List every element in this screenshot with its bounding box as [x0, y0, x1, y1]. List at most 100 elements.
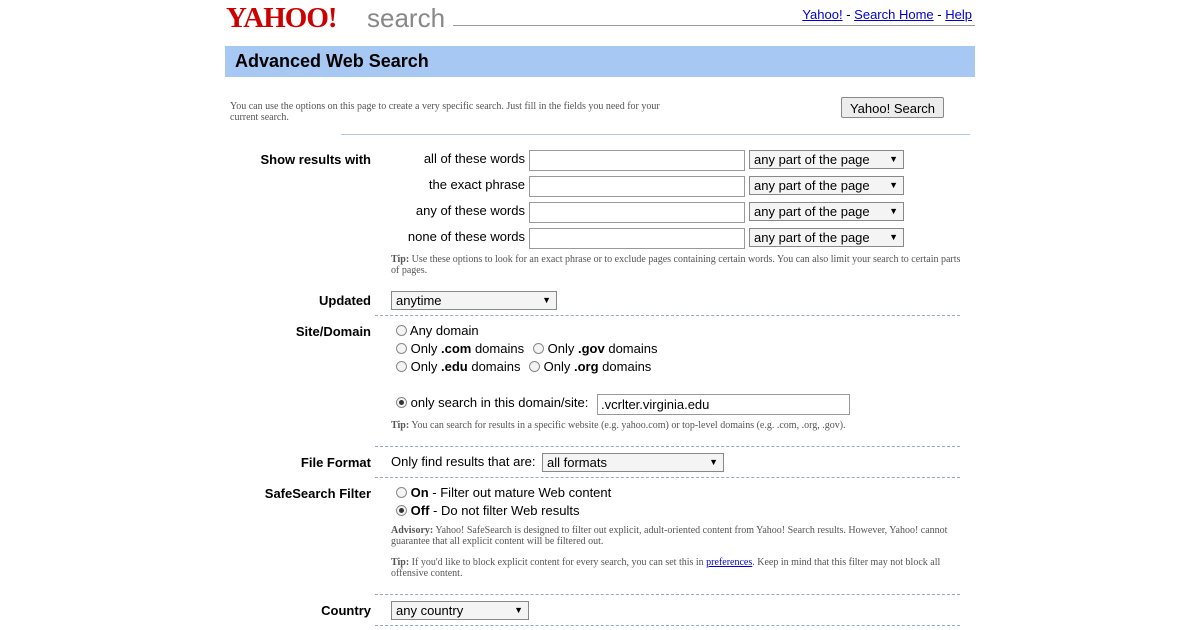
any-words-label: any of these words [415, 203, 525, 218]
updated-select[interactable]: anytime ▼ [391, 291, 557, 310]
exact-phrase-scope-select[interactable]: any part of the page ▼ [749, 176, 904, 195]
safesearch-on-radio[interactable] [396, 487, 407, 498]
only-text: Only [547, 341, 575, 356]
domains-text: domains [471, 359, 521, 374]
yahoo-link[interactable]: Yahoo! [802, 7, 842, 22]
file-format-prompt: Only find results that are: [391, 454, 536, 469]
only-site-label: only search in this domain/site: [410, 395, 589, 410]
tip-label: Tip: [391, 420, 410, 431]
gov-text: .gov [577, 341, 605, 356]
only-site-option[interactable]: only search in this domain/site: [396, 395, 588, 410]
only-site-radio[interactable] [396, 397, 407, 408]
domains-text: domains [608, 341, 658, 356]
com-text: .com [440, 341, 472, 356]
help-link[interactable]: Help [945, 7, 972, 22]
dropdown-arrow-icon: ▼ [542, 295, 551, 305]
gov-domain-radio[interactable] [533, 343, 544, 354]
org-text: .org [573, 359, 599, 374]
only-text: Only [543, 359, 571, 374]
advisory-label: Advisory: [391, 525, 434, 536]
safesearch-on-option[interactable]: On - Filter out mature Web content [396, 485, 611, 500]
advisory-text: Yahoo! SafeSearch is designed to filter … [391, 525, 948, 547]
yahoo-search-logo[interactable]: YAHOO! search [226, 2, 445, 34]
domains-text: domains [602, 359, 652, 374]
any-domain-label: Any domain [409, 323, 479, 338]
search-logo-text: search [367, 3, 446, 33]
all-words-input[interactable] [529, 150, 745, 171]
org-domain-radio[interactable] [529, 361, 540, 372]
dropdown-arrow-icon: ▼ [514, 605, 523, 615]
none-words-input[interactable] [529, 228, 745, 249]
safesearch-on-label: On [410, 485, 429, 500]
none-words-scope-select[interactable]: any part of the page ▼ [749, 228, 904, 247]
file-format-value: all formats [547, 455, 607, 470]
org-domain-option[interactable]: Only .org domains [529, 359, 651, 374]
header-divider [453, 25, 975, 26]
exact-phrase-input[interactable] [529, 176, 745, 197]
link-separator: - [937, 7, 942, 22]
scope-value: any part of the page [754, 152, 870, 167]
all-words-scope-select[interactable]: any part of the page ▼ [749, 150, 904, 169]
scope-value: any part of the page [754, 230, 870, 245]
any-domain-option[interactable]: Any domain [396, 323, 479, 338]
safesearch-label: SafeSearch Filter [264, 486, 371, 501]
link-separator: - [846, 7, 851, 22]
intro-text: You can use the options on this page to … [230, 101, 660, 123]
any-words-input[interactable] [529, 202, 745, 223]
file-format-select[interactable]: all formats ▼ [542, 453, 724, 472]
section-divider [375, 477, 960, 478]
country-value: any country [396, 603, 464, 618]
com-domain-radio[interactable] [396, 343, 407, 354]
country-label: Country [321, 603, 371, 618]
section-divider [375, 315, 960, 316]
tip-text: Use these options to look for an exact p… [391, 254, 961, 276]
safesearch-tip: Tip: If you'd like to block explicit con… [391, 557, 966, 579]
edu-domain-option[interactable]: Only .edu domains [396, 359, 520, 374]
title-bar: Advanced Web Search [225, 46, 975, 77]
any-domain-radio[interactable] [396, 325, 407, 336]
dropdown-arrow-icon: ▼ [889, 180, 898, 190]
section-divider [375, 594, 960, 595]
dropdown-arrow-icon: ▼ [889, 232, 898, 242]
safesearch-on-desc: - Filter out mature Web content [428, 485, 612, 500]
country-select[interactable]: any country ▼ [391, 601, 529, 620]
tip-label: Tip: [391, 254, 410, 265]
section-divider [375, 625, 960, 626]
top-links: Yahoo! - Search Home - Help [802, 7, 972, 22]
exact-phrase-label: the exact phrase [428, 177, 525, 192]
only-text: Only [410, 359, 438, 374]
tip-label: Tip: [391, 557, 410, 568]
dropdown-arrow-icon: ▼ [709, 457, 718, 467]
search-home-link[interactable]: Search Home [854, 7, 933, 22]
yahoo-search-button[interactable]: Yahoo! Search [841, 97, 944, 118]
only-site-input[interactable]: .vcrlter.virginia.edu [597, 394, 850, 415]
scope-value: any part of the page [754, 204, 870, 219]
show-results-tip: Tip: Use these options to look for an ex… [391, 254, 966, 276]
domains-text: domains [474, 341, 525, 356]
dropdown-arrow-icon: ▼ [889, 206, 898, 216]
none-words-label: none of these words [407, 229, 525, 244]
gov-domain-option[interactable]: Only .gov domains [533, 341, 657, 356]
safesearch-off-label: Off [410, 503, 430, 518]
updated-label: Updated [319, 293, 371, 308]
safesearch-advisory: Advisory: Yahoo! SafeSearch is designed … [391, 525, 971, 547]
safesearch-off-desc: - Do not filter Web results [429, 503, 580, 518]
tip-text: You can search for results in a specific… [411, 420, 846, 431]
only-text: Only [410, 341, 438, 356]
com-domain-option[interactable]: Only .com domains [396, 341, 524, 356]
site-domain-tip: Tip: You can search for results in a spe… [391, 420, 966, 431]
any-words-scope-select[interactable]: any part of the page ▼ [749, 202, 904, 221]
dropdown-arrow-icon: ▼ [889, 154, 898, 164]
safesearch-off-option[interactable]: Off - Do not filter Web results [396, 503, 579, 518]
updated-value: anytime [396, 293, 442, 308]
section-divider [341, 134, 970, 135]
section-divider [375, 446, 960, 447]
file-format-label: File Format [300, 455, 371, 470]
edu-text: .edu [440, 359, 468, 374]
page-title: Advanced Web Search [235, 51, 429, 71]
all-words-label: all of these words [423, 151, 525, 166]
safesearch-off-radio[interactable] [396, 505, 407, 516]
edu-domain-radio[interactable] [396, 361, 407, 372]
preferences-link[interactable]: preferences [706, 557, 752, 568]
scope-value: any part of the page [754, 178, 870, 193]
